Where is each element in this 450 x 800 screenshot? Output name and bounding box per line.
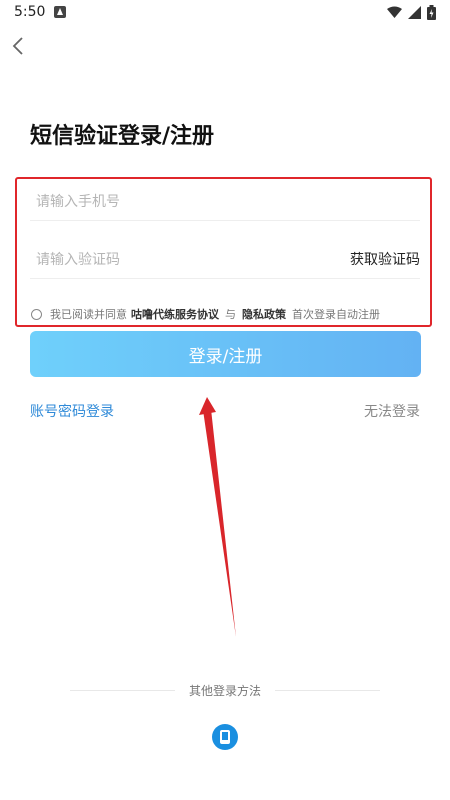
- status-icons: [387, 5, 436, 20]
- phone-login-button[interactable]: [212, 724, 238, 750]
- notification-icon: [54, 6, 66, 18]
- agreement-prefix: 我已阅读并同意: [50, 308, 127, 321]
- login-register-button[interactable]: 登录/注册: [30, 331, 421, 377]
- privacy-policy-link[interactable]: 隐私政策: [242, 306, 286, 322]
- divider-line-right: [275, 690, 380, 691]
- agreement-row: 我已阅读并同意 咕噜代练服务协议 与 隐私政策 首次登录自动注册: [31, 306, 382, 322]
- cannot-login-link[interactable]: 无法登录: [364, 401, 420, 421]
- phone-icon: [220, 730, 230, 744]
- wifi-icon: [387, 6, 402, 18]
- status-bar: 5:50: [0, 0, 450, 26]
- get-code-button[interactable]: 获取验证码: [350, 249, 420, 269]
- phone-input[interactable]: [36, 185, 420, 219]
- back-arrow-icon: [12, 37, 23, 55]
- agreement-suffix: 首次登录自动注册: [292, 308, 380, 321]
- agreement-connector: 与: [225, 308, 236, 321]
- account-password-login-link[interactable]: 账号密码登录: [30, 401, 114, 421]
- page-title: 短信验证登录/注册: [30, 124, 215, 149]
- status-time: 5:50: [14, 4, 46, 20]
- code-input[interactable]: [36, 243, 326, 277]
- divider: [30, 220, 420, 221]
- signal-icon: [408, 6, 421, 19]
- back-button[interactable]: [6, 32, 34, 60]
- service-agreement-link[interactable]: 咕噜代练服务协议: [131, 306, 219, 322]
- other-login-divider: 其他登录方法: [70, 682, 380, 698]
- divider: [30, 278, 420, 279]
- agree-checkbox[interactable]: [31, 308, 42, 320]
- battery-icon: [427, 5, 436, 20]
